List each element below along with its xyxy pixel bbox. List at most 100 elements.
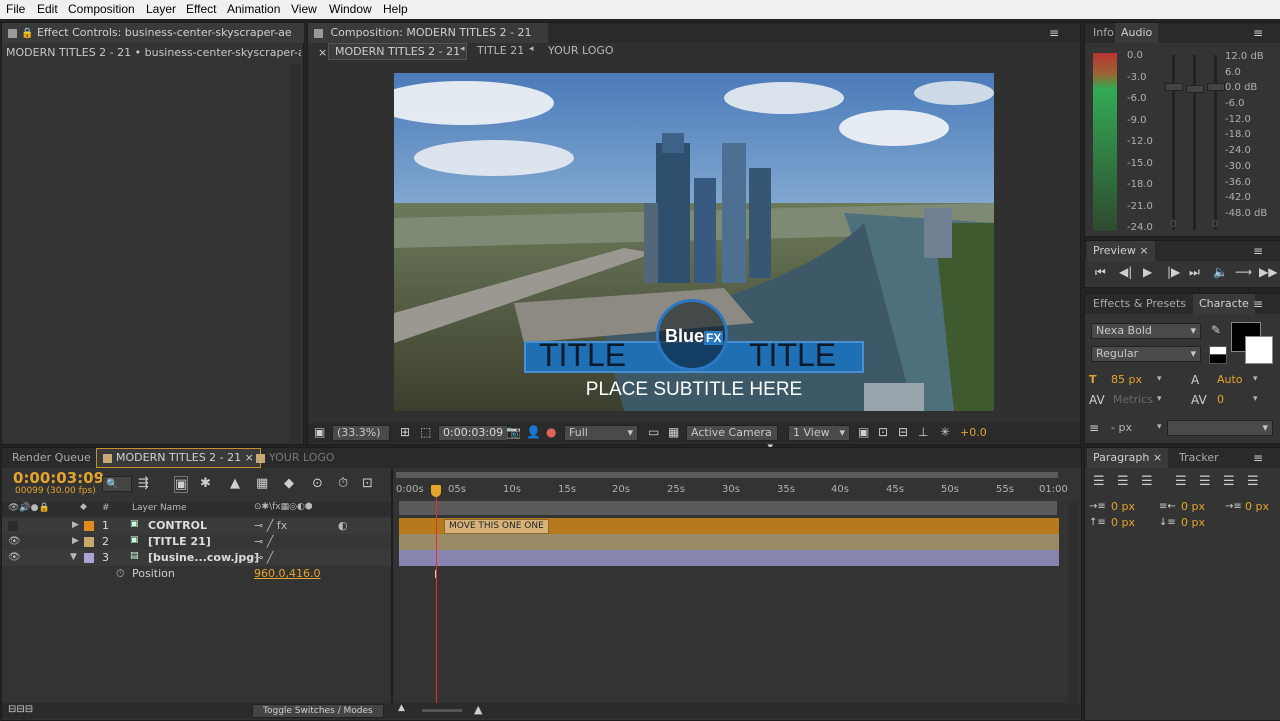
- region-of-interest-icon[interactable]: ▭: [648, 425, 659, 439]
- align-center-icon[interactable]: ☰: [1117, 474, 1129, 489]
- tab-effects-presets[interactable]: Effects & Presets: [1087, 294, 1192, 314]
- camera-snapshot-icon[interactable]: 📷: [506, 425, 521, 439]
- panel-menu-icon[interactable]: ≡: [1049, 26, 1059, 40]
- layer-switches[interactable]: ⊸ ╱: [254, 535, 273, 548]
- menu-effect[interactable]: Effect: [186, 2, 216, 16]
- position-value[interactable]: 960.0,416.0: [254, 567, 320, 580]
- tab-render-queue[interactable]: Render Queue: [6, 448, 97, 468]
- current-time-indicator-handle[interactable]: [431, 485, 441, 497]
- toggle-pixel-aspect-icon[interactable]: ▣: [858, 425, 869, 439]
- menu-file[interactable]: File: [6, 2, 25, 16]
- chevron-down-icon[interactable]: ▾: [1253, 374, 1258, 384]
- mask-icon[interactable]: ⬚: [420, 425, 431, 439]
- tracking-value[interactable]: 0: [1217, 393, 1224, 406]
- indent-left-value[interactable]: 0 px: [1111, 500, 1135, 513]
- stroke-width-value[interactable]: - px: [1111, 421, 1132, 434]
- layer-bar-title[interactable]: [399, 534, 1059, 550]
- font-family-dropdown[interactable]: Nexa Bold ▾: [1091, 323, 1201, 339]
- stopwatch-icon[interactable]: ⏱: [116, 567, 125, 581]
- search-field[interactable]: 🔍: [102, 476, 132, 492]
- black-swatch[interactable]: [1209, 354, 1227, 364]
- menu-layer[interactable]: Layer: [146, 2, 176, 16]
- chevron-down-icon[interactable]: ▾: [1253, 394, 1258, 404]
- show-snapshot-icon[interactable]: 👤: [526, 425, 541, 439]
- justify-all-icon[interactable]: ☰: [1247, 474, 1259, 489]
- layer-label-color[interactable]: [84, 537, 94, 547]
- layer-name-header[interactable]: Layer Name: [132, 503, 187, 513]
- layer-switches[interactable]: ⊸ ╱ fx: [254, 519, 287, 532]
- space-after-value[interactable]: 0 px: [1181, 516, 1205, 529]
- transparency-grid-icon[interactable]: ▦: [668, 425, 679, 439]
- breadcrumb-item-modern-titles[interactable]: MODERN TITLES 2 - 21: [328, 43, 468, 60]
- align-right-icon[interactable]: ☰: [1141, 474, 1153, 489]
- timeline-icon[interactable]: ⊟: [898, 425, 908, 439]
- panel-menu-icon[interactable]: ≡: [1253, 451, 1263, 465]
- menu-window[interactable]: Window: [329, 2, 372, 16]
- work-area-bar[interactable]: [396, 472, 1058, 478]
- zoom-in-icon[interactable]: ▲: [474, 703, 482, 716]
- composition-viewer[interactable]: TITLE TITLE Blue FX PLACE SUBTITLE HERE: [394, 73, 994, 411]
- menu-animation[interactable]: Animation: [227, 2, 280, 16]
- eye-icon[interactable]: 👁: [8, 536, 21, 547]
- graph-editor-icon[interactable]: ⊙: [312, 476, 323, 491]
- font-size-value[interactable]: 85 px: [1111, 373, 1142, 386]
- stroke-color-swatch[interactable]: [1245, 336, 1273, 364]
- tab-character[interactable]: Characte: [1193, 294, 1255, 314]
- tab-effect-controls[interactable]: 🔒 Effect Controls: business-center-skysc…: [2, 23, 304, 43]
- kerning-value[interactable]: Metrics: [1113, 393, 1153, 406]
- layer-mode-icon[interactable]: ◐: [338, 519, 348, 532]
- menu-help[interactable]: Help: [383, 2, 408, 16]
- visibility-toggle[interactable]: [8, 521, 18, 531]
- zoom-slider[interactable]: [422, 709, 462, 712]
- menu-edit[interactable]: Edit: [37, 2, 58, 16]
- timeline-timecode[interactable]: 0:00:03:09: [13, 469, 104, 487]
- close-icon[interactable]: ×: [1153, 451, 1162, 464]
- resolution-dropdown[interactable]: Full ▾: [564, 425, 638, 441]
- audio-slider-left[interactable]: [1165, 83, 1183, 91]
- layer-bar-footage[interactable]: [399, 550, 1059, 566]
- expand-arrow-icon[interactable]: ▶: [72, 536, 79, 546]
- eye-icon[interactable]: 👁: [8, 552, 21, 563]
- chevron-down-icon[interactable]: ▾: [1157, 394, 1162, 404]
- layer-name[interactable]: CONTROL: [148, 519, 207, 532]
- layer-name[interactable]: [TITLE 21]: [148, 535, 211, 548]
- stroke-type-dropdown[interactable]: ▾: [1167, 420, 1273, 436]
- chevron-down-icon[interactable]: ▾: [1157, 422, 1162, 432]
- indent-first-value[interactable]: 0 px: [1245, 500, 1269, 513]
- space-before-value[interactable]: 0 px: [1111, 516, 1135, 529]
- justify-right-icon[interactable]: ☰: [1223, 474, 1235, 489]
- fast-previews-icon[interactable]: ⊡: [878, 425, 888, 439]
- camera-dropdown[interactable]: Active Camera▾: [686, 425, 778, 453]
- menu-view[interactable]: View: [291, 2, 317, 16]
- justify-center-icon[interactable]: ☰: [1199, 474, 1211, 489]
- brainstorm-icon[interactable]: ◆: [284, 476, 294, 491]
- color-channels-icon[interactable]: ●: [546, 425, 556, 439]
- frame-blending-icon[interactable]: ▲: [230, 476, 240, 491]
- auto-keyframe-icon[interactable]: ⏱: [338, 476, 348, 491]
- comp-navigator-bar[interactable]: [399, 501, 1057, 515]
- tab-modern-titles[interactable]: MODERN TITLES 2 - 21 ×: [96, 448, 261, 468]
- grid-icon[interactable]: ⊞: [400, 425, 410, 439]
- panel-menu-icon[interactable]: ≡: [1253, 297, 1263, 311]
- timeline-scrollbar[interactable]: [1068, 502, 1078, 702]
- next-frame-icon[interactable]: |▶: [1167, 265, 1180, 279]
- lock-icon[interactable]: 🔒: [21, 28, 33, 39]
- chevron-down-icon[interactable]: ▾: [1157, 374, 1162, 384]
- marker-label[interactable]: MOVE THIS ONE ONE: [444, 519, 549, 534]
- first-frame-icon[interactable]: ⏮: [1095, 265, 1106, 280]
- always-preview-icon[interactable]: ▣: [314, 425, 325, 439]
- audio-slider-right[interactable]: [1207, 83, 1225, 91]
- time-ruler[interactable]: 0:00s 05s 10s 15s 20s 25s 30s 35s 40s 45…: [396, 472, 1068, 502]
- layer-row[interactable]: ▶ 1 ▣ CONTROL ⊸ ╱ fx ◐: [2, 518, 391, 534]
- motion-blur-icon[interactable]: ▦: [256, 476, 268, 491]
- mute-audio-icon[interactable]: 🔈: [1213, 265, 1228, 279]
- hide-shy-layers-icon[interactable]: ✱: [200, 476, 211, 491]
- layer-label-color[interactable]: [84, 521, 94, 531]
- toggle-switches-modes-button[interactable]: Toggle Switches / Modes: [252, 704, 384, 718]
- flowchart-icon[interactable]: ⊥: [918, 425, 928, 439]
- timecode-field[interactable]: 0:00:03:09: [438, 425, 509, 441]
- tab-composition[interactable]: Composition: MODERN TITLES 2 - 21 ×: [308, 23, 548, 59]
- draft-3d-icon[interactable]: ▣: [174, 476, 189, 493]
- tab-your-logo[interactable]: YOUR LOGO: [250, 448, 341, 468]
- layer-label-color[interactable]: [84, 553, 94, 563]
